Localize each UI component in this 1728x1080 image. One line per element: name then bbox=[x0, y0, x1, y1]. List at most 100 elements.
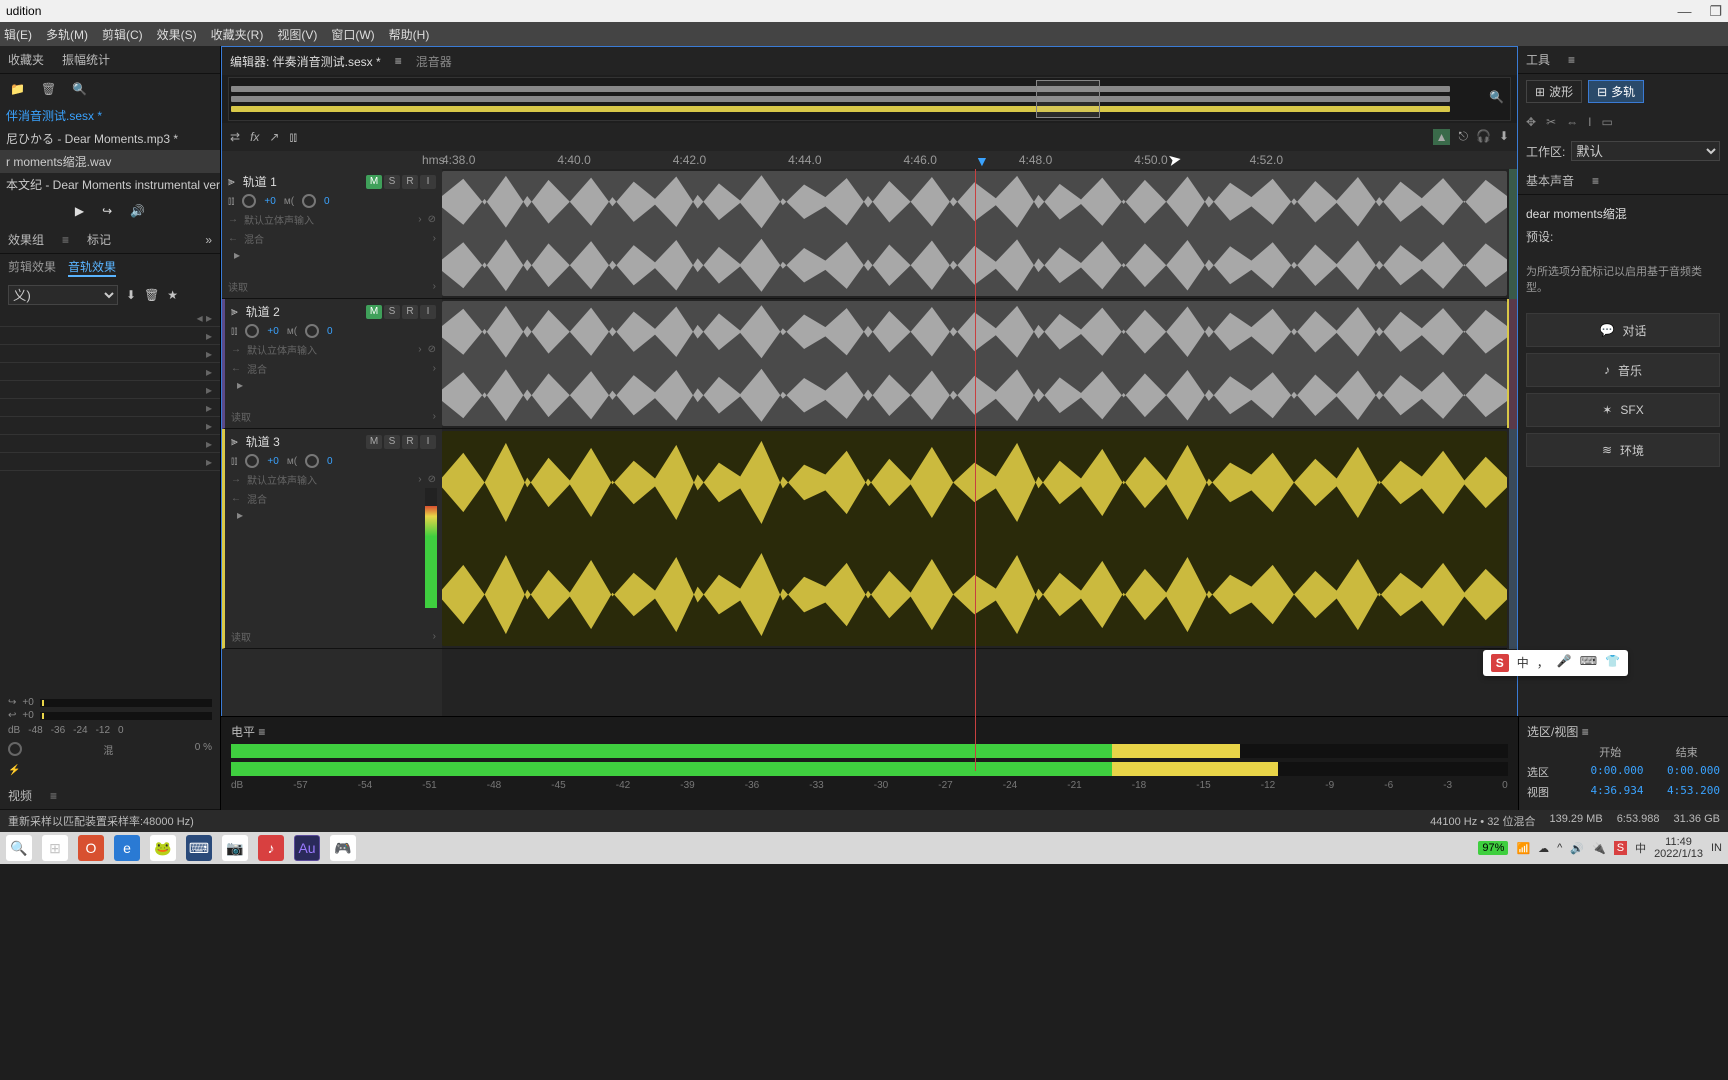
menu-icon[interactable]: ≡ bbox=[395, 54, 402, 68]
tab-amplitude[interactable]: 振幅统计 bbox=[62, 51, 110, 68]
play-icon[interactable]: ▶ bbox=[75, 204, 84, 218]
taskbar-vscode-icon[interactable]: ⌨ bbox=[186, 835, 212, 861]
output-gain-value[interactable]: +0 bbox=[22, 710, 33, 721]
levels-title[interactable]: 电平 bbox=[231, 725, 255, 739]
music-button[interactable]: ♪音乐 bbox=[1526, 353, 1720, 387]
sfx-button[interactable]: ✶SFX bbox=[1526, 393, 1720, 427]
pan-knob[interactable] bbox=[302, 194, 316, 208]
ime-voice-icon[interactable]: 🎤 bbox=[1557, 654, 1572, 672]
collapse-icon[interactable]: ▸ bbox=[231, 506, 436, 524]
fx-slot[interactable]: ▸ bbox=[0, 345, 220, 363]
tray-ime-s-icon[interactable]: S bbox=[1614, 841, 1627, 855]
track-handle-icon[interactable]: ⫸ bbox=[231, 434, 238, 449]
editor-title[interactable]: 编辑器: 伴奏消音测试.sesx * bbox=[230, 53, 381, 70]
menu-window[interactable]: 窗口(W) bbox=[331, 26, 374, 43]
tray-network[interactable]: IN bbox=[1711, 842, 1722, 854]
menu-icon[interactable]: ≡ bbox=[258, 725, 265, 739]
fx-slot[interactable]: ▸ bbox=[0, 381, 220, 399]
arm-button[interactable]: R bbox=[402, 305, 418, 319]
tray-ime-lang[interactable]: 中 bbox=[1635, 840, 1646, 856]
taskbar-search-icon[interactable]: 🔍 bbox=[6, 835, 32, 861]
volume-knob[interactable] bbox=[245, 324, 259, 338]
tab-favorites[interactable]: 收藏夹 bbox=[8, 51, 44, 68]
tray-onedrive-icon[interactable]: ☁ bbox=[1538, 842, 1549, 855]
delete-icon[interactable]: 🗑 bbox=[41, 82, 56, 96]
file-item[interactable]: 尼ひかる - Dear Moments.mp3 * bbox=[0, 127, 220, 150]
razor-tool-icon[interactable]: ✂ bbox=[1546, 115, 1556, 129]
track-name[interactable]: 轨道 1 bbox=[243, 173, 358, 190]
arm-button[interactable]: R bbox=[402, 435, 418, 449]
menu-icon[interactable]: ≡ bbox=[1568, 53, 1575, 67]
tab-track-fx[interactable]: 音轨效果 bbox=[68, 258, 116, 277]
tab-mixer[interactable]: 混音器 bbox=[416, 53, 452, 70]
tray-up-icon[interactable]: ^ bbox=[1557, 842, 1562, 854]
ambience-button[interactable]: ≋环境 bbox=[1526, 433, 1720, 467]
taskbar-app-icon[interactable]: 📷 bbox=[222, 835, 248, 861]
monitor-button[interactable]: I bbox=[420, 435, 436, 449]
import-icon[interactable]: 📁 bbox=[10, 82, 25, 96]
menu-icon[interactable]: ≡ bbox=[1582, 725, 1589, 739]
view-start[interactable]: 4:36.934 bbox=[1577, 784, 1644, 800]
workspace-select[interactable]: 默认 bbox=[1571, 141, 1720, 161]
slip-tool-icon[interactable]: ⇔ bbox=[1566, 115, 1578, 129]
expand-icon[interactable]: » bbox=[205, 233, 212, 247]
ime-keyboard-icon[interactable]: ⌨ bbox=[1580, 654, 1597, 672]
maximize-button[interactable]: ❐ bbox=[1709, 3, 1722, 20]
windows-taskbar[interactable]: 🔍 ⊞ O e 🐸 ⌨ 📷 ♪ Au 🎮 97% 📶 ☁ ^ 🔊 🔌 S 中 1… bbox=[0, 832, 1728, 864]
solo-button[interactable]: S bbox=[384, 435, 400, 449]
collapse-icon[interactable]: ▸ bbox=[231, 376, 436, 394]
collapse-icon[interactable]: ▸ bbox=[228, 246, 436, 264]
tab-video[interactable]: 视频 bbox=[8, 787, 32, 804]
dialogue-button[interactable]: 💬对话 bbox=[1526, 313, 1720, 347]
loop-icon[interactable]: ⇄ bbox=[230, 130, 240, 144]
power-icon[interactable]: ⚡ bbox=[8, 765, 212, 776]
fx-slot[interactable]: ▸ bbox=[0, 435, 220, 453]
file-item[interactable]: 伴消音测试.sesx * bbox=[0, 104, 220, 127]
ripple-icon[interactable]: ⬇ bbox=[1499, 129, 1509, 145]
playhead[interactable] bbox=[975, 169, 976, 771]
fx-slot[interactable]: ▸ bbox=[0, 417, 220, 435]
loop-icon[interactable]: ↪ bbox=[102, 204, 112, 218]
view-end[interactable]: 4:53.200 bbox=[1654, 784, 1721, 800]
taskbar-netease-icon[interactable]: ♪ bbox=[258, 835, 284, 861]
menu-favorites[interactable]: 收藏夹(R) bbox=[211, 26, 264, 43]
volume-knob[interactable] bbox=[242, 194, 256, 208]
selection-title[interactable]: 选区/视图 bbox=[1527, 725, 1578, 739]
file-item[interactable]: 本文纪 - Dear Moments instrumental versio bbox=[0, 173, 220, 196]
mute-button[interactable]: M bbox=[366, 305, 382, 319]
arm-button[interactable]: R bbox=[402, 175, 418, 189]
multitrack-view-button[interactable]: ⊟多轨 bbox=[1588, 80, 1644, 103]
metronome-icon[interactable]: ▲ bbox=[1433, 129, 1451, 145]
taskbar-audition-icon[interactable]: Au bbox=[294, 835, 320, 861]
menu-icon[interactable]: ≡ bbox=[1592, 174, 1599, 188]
overview-navigator[interactable]: 🔍 bbox=[228, 77, 1511, 121]
menu-edit[interactable]: 辑(E) bbox=[4, 26, 32, 43]
track-name[interactable]: 轨道 2 bbox=[246, 303, 358, 320]
tray-wifi-icon[interactable]: 📶 bbox=[1516, 842, 1530, 855]
taskbar-edge-icon[interactable]: e bbox=[114, 835, 140, 861]
battery-status[interactable]: 97% bbox=[1478, 841, 1508, 855]
mute-button[interactable]: M bbox=[366, 435, 382, 449]
track-handle-icon[interactable]: ⫸ bbox=[228, 174, 235, 189]
menu-help[interactable]: 帮助(H) bbox=[389, 26, 430, 43]
tab-clip-fx[interactable]: 剪辑效果 bbox=[8, 258, 56, 277]
pan-knob[interactable] bbox=[305, 454, 319, 468]
fx-preset-select[interactable]: 义) bbox=[8, 285, 118, 305]
track-name[interactable]: 轨道 3 bbox=[246, 433, 358, 450]
search-icon[interactable]: 🔍 bbox=[72, 82, 87, 96]
input-gain-value[interactable]: +0 bbox=[22, 697, 33, 708]
tray-volume-icon[interactable]: 🔊 bbox=[1570, 842, 1584, 855]
marquee-icon[interactable]: ▭ bbox=[1601, 115, 1612, 129]
tab-markers[interactable]: 标记 bbox=[87, 231, 111, 248]
taskbar-taskview-icon[interactable]: ⊞ bbox=[42, 835, 68, 861]
playhead-marker-icon[interactable]: ▼ bbox=[975, 153, 989, 169]
menu-icon[interactable]: ≡ bbox=[62, 233, 69, 247]
minimize-button[interactable]: — bbox=[1677, 3, 1691, 20]
fx-slot[interactable]: ▸ bbox=[0, 399, 220, 417]
menu-effects[interactable]: 效果(S) bbox=[157, 26, 197, 43]
ime-logo-icon[interactable]: S bbox=[1491, 654, 1509, 672]
fx-slot[interactable]: ▸ bbox=[0, 363, 220, 381]
fx-slot[interactable]: ▸ bbox=[0, 453, 220, 471]
taskbar-app-icon[interactable]: O bbox=[78, 835, 104, 861]
tray-power-icon[interactable]: 🔌 bbox=[1592, 842, 1606, 855]
